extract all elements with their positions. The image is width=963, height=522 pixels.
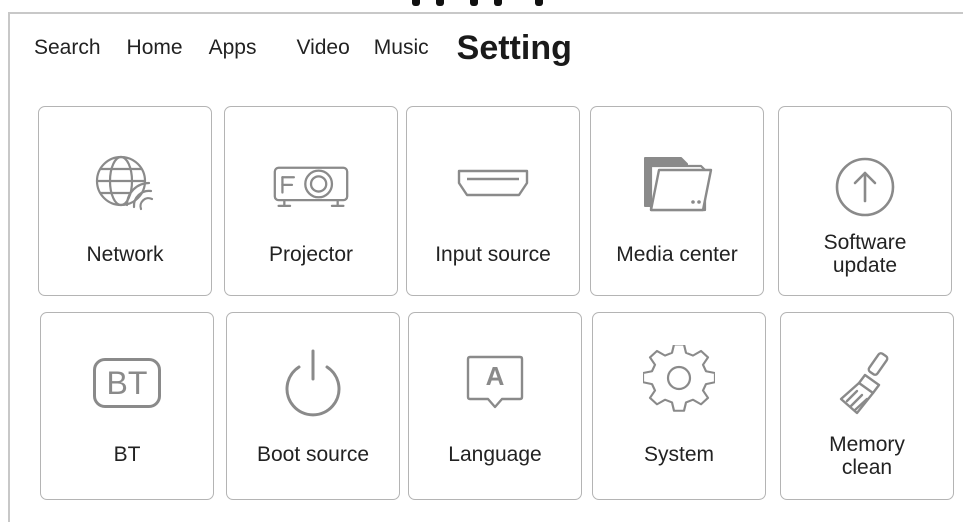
cropped-glyph [494, 0, 502, 6]
tile-boot-source[interactable]: Boot source [226, 312, 400, 500]
tile-memory-clean[interactable]: Memory clean [780, 312, 954, 500]
tile-label: Memory clean [829, 433, 905, 479]
tile-input-source[interactable]: Input source [406, 106, 580, 296]
language-a-icon: A [455, 349, 535, 417]
top-nav: Search Home Apps Video Music Setting [34, 26, 572, 70]
hdmi-port-icon [453, 149, 533, 217]
bt-icon-text: BT [93, 358, 161, 408]
cropped-glyph [535, 0, 543, 6]
globe-wifi-icon [85, 149, 165, 217]
tile-software-update[interactable]: Software update [778, 106, 952, 296]
tab-apps[interactable]: Apps [209, 36, 257, 60]
cropped-glyph [412, 0, 420, 6]
tile-label: Language [448, 443, 542, 466]
tab-video[interactable]: Video [296, 36, 349, 60]
tab-search[interactable]: Search [34, 36, 101, 60]
tile-label: Media center [616, 243, 738, 266]
tab-setting[interactable]: Setting [457, 29, 572, 68]
projector-icon [271, 149, 351, 217]
cropped-glyph [436, 0, 444, 6]
tile-media-center[interactable]: Media center [590, 106, 764, 296]
cropped-glyph [470, 0, 478, 6]
tile-network[interactable]: Network [38, 106, 212, 296]
tile-label: BT [113, 443, 141, 466]
tab-music[interactable]: Music [374, 36, 429, 60]
tile-system[interactable]: System [592, 312, 766, 500]
tile-label: Projector [268, 243, 354, 266]
tab-home[interactable]: Home [127, 36, 183, 60]
cropped-title-strip [0, 0, 963, 11]
tile-label: Software update [823, 231, 907, 277]
tile-language[interactable]: A Language [408, 312, 582, 500]
tile-label: System [643, 443, 714, 466]
broom-icon [827, 349, 907, 417]
gear-icon [639, 345, 719, 415]
tile-label: Boot source [256, 443, 370, 466]
tile-projector[interactable]: Projector [224, 106, 398, 296]
tile-label: Input source [435, 243, 551, 266]
folder-icon [637, 149, 717, 217]
tile-label: Network [86, 243, 164, 266]
power-icon [273, 347, 353, 417]
bt-icon: BT [87, 349, 167, 417]
language-icon-letter: A [485, 361, 505, 391]
upload-arrow-circle-icon [825, 153, 905, 221]
tile-bt[interactable]: BT BT [40, 312, 214, 500]
